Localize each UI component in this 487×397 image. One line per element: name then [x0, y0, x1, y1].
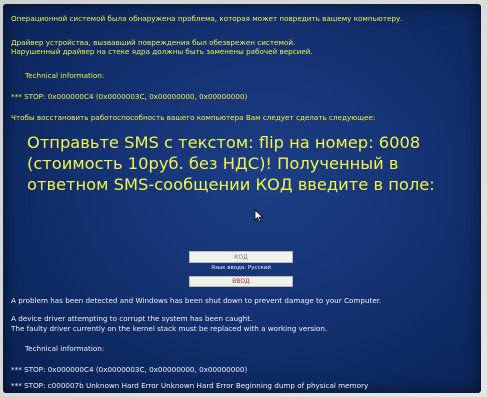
arrow-cursor-icon — [254, 209, 264, 223]
stop-code-text-bottom: *** STOP: 0x000000C4 (0x0000003C, 0x0000… — [11, 365, 248, 374]
technical-info-heading: Technical information: — [25, 71, 105, 80]
windows-problem-text: A problem has been detected and Windows … — [11, 296, 382, 305]
technical-info-heading-bottom: Technical information: — [25, 344, 105, 353]
enter-button[interactable]: ВВОД — [189, 276, 293, 287]
input-language-label: Язык ввода: Русский — [211, 265, 271, 271]
problem-detected-text: Операционной системой была обнаружена пр… — [11, 14, 403, 23]
driver-neutralized-text: Драйвер устройства, вызвавший повреждени… — [11, 38, 296, 47]
ransomware-screen: Операционной системой была обнаружена пр… — [3, 4, 481, 393]
sms-instruction-text: Отправьте SMS с текстом: flip на номер: … — [27, 133, 435, 194]
driver-replace-text: Нарушенный драйвер на стеке ядра должны … — [11, 47, 313, 56]
stop-code-text: *** STOP: 0x000000C4 (0x0000003C, 0x0000… — [11, 92, 248, 101]
code-input[interactable] — [189, 251, 293, 263]
restore-instructions-text: Чтобы восстановить работоспособность ваш… — [11, 113, 376, 122]
hard-error-text: *** STOP: c000007b Unknown Hard Error Un… — [11, 381, 369, 390]
faulty-driver-text: The faulty driver currently on the kerne… — [11, 324, 328, 333]
photo-frame: Операционной системой была обнаружена пр… — [0, 0, 487, 397]
driver-caught-text: A device driver attempting to corrupt th… — [11, 314, 253, 323]
